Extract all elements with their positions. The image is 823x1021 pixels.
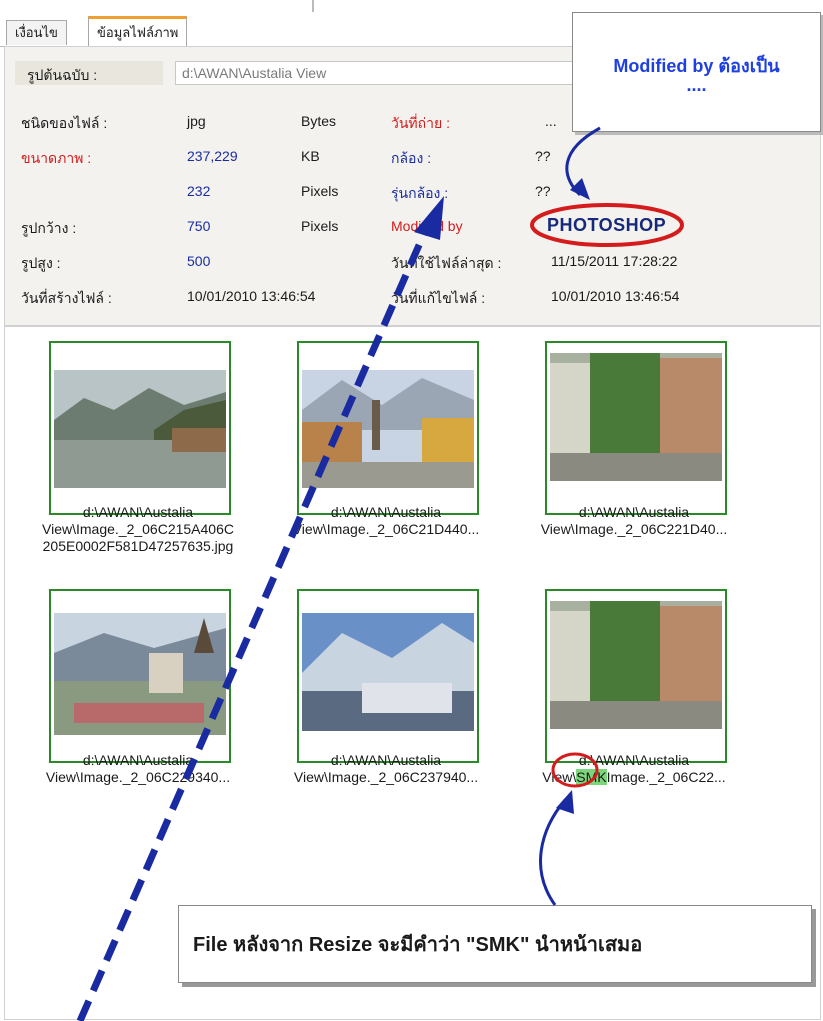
callout-arrow-head [570, 178, 590, 200]
annotation-overlay [76, 126, 684, 1021]
dashed-arrow-head [414, 196, 444, 240]
photoshop-highlight-ellipse [530, 203, 684, 247]
smk-arrow [539, 799, 567, 906]
dashed-arrow-line [76, 218, 434, 1021]
smk-highlight-ellipse [551, 752, 599, 788]
